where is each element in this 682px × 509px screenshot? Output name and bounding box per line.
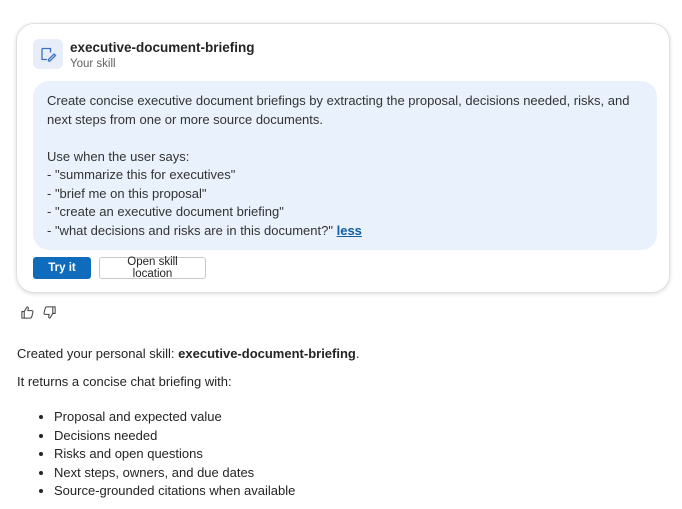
- skill-subtitle: Your skill: [70, 58, 116, 70]
- briefing-contents-list: Proposal and expected value Decisions ne…: [17, 408, 295, 501]
- list-item: Source-grounded citations when available: [54, 482, 295, 501]
- open-skill-location-button[interactable]: Open skill location: [99, 256, 206, 280]
- created-prefix: Created your personal skill:: [17, 346, 175, 361]
- trigger-item: - "create an executive document briefing…: [47, 204, 284, 219]
- description-text: Create concise executive document briefi…: [47, 93, 630, 127]
- list-item: Next steps, owners, and due dates: [54, 464, 295, 483]
- skill-description: Create concise executive document briefi…: [33, 81, 657, 250]
- less-link[interactable]: less: [337, 223, 362, 238]
- thumbs-up-icon[interactable]: [19, 304, 35, 320]
- created-suffix: .: [355, 346, 360, 361]
- returns-text: It returns a concise chat briefing with:: [17, 374, 232, 389]
- skill-card: executive-document-briefing Your skill C…: [16, 23, 670, 293]
- try-it-button[interactable]: Try it: [33, 257, 91, 279]
- list-item: Decisions needed: [54, 427, 295, 446]
- document-edit-icon: [33, 39, 63, 69]
- trigger-item: - "summarize this for executives": [47, 167, 236, 182]
- use-when-heading: Use when the user says:: [47, 148, 190, 164]
- created-skill-name: executive-document-briefing: [178, 346, 356, 361]
- trigger-item-last: - "what decisions and risks are in this …: [47, 222, 643, 241]
- list-item: Proposal and expected value: [54, 408, 295, 427]
- list-item: Risks and open questions: [54, 445, 295, 464]
- skill-name: executive-document-briefing: [70, 40, 255, 55]
- thumbs-down-icon[interactable]: [41, 304, 57, 320]
- created-message: Created your personal skill: executive-d…: [17, 346, 359, 361]
- trigger-item: - "brief me on this proposal": [47, 185, 207, 201]
- trigger-item: - "what decisions and risks are in this …: [47, 222, 333, 238]
